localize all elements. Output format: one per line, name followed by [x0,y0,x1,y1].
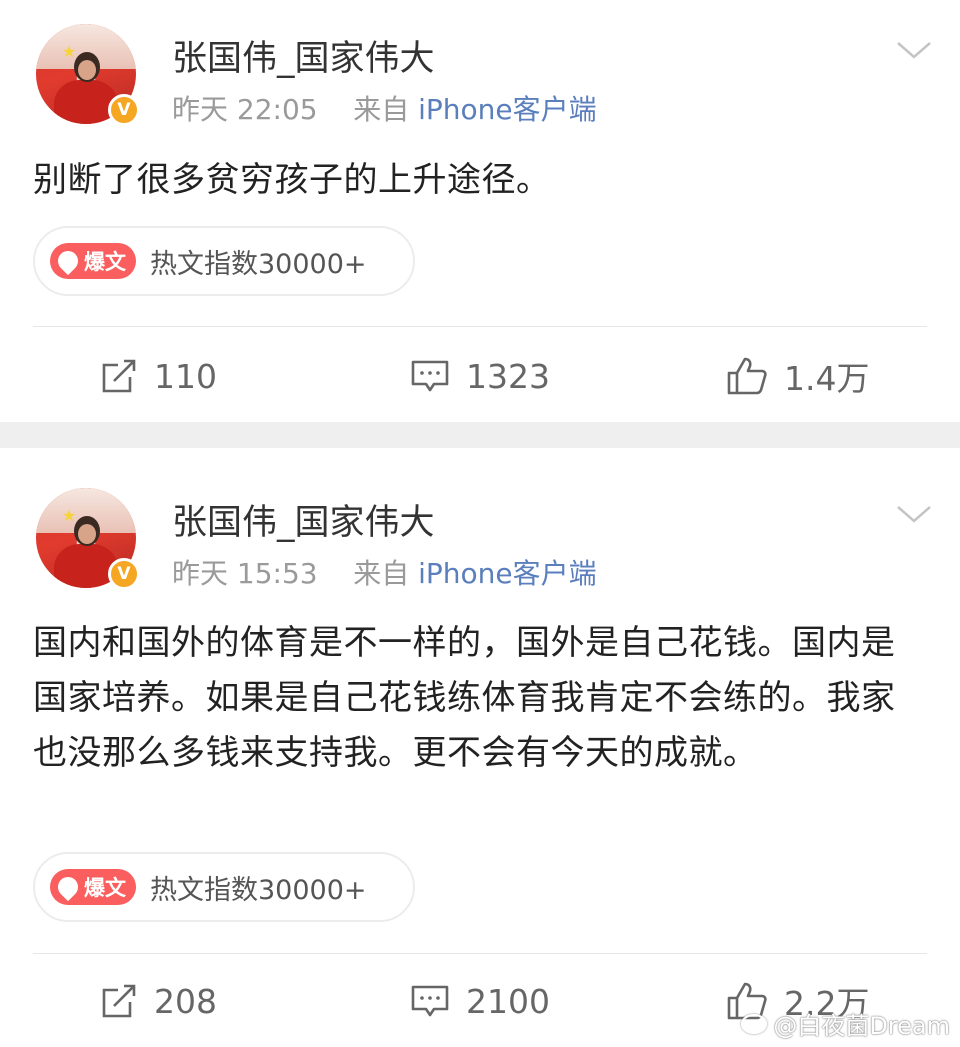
chevron-down-icon[interactable] [896,504,932,524]
watermark: @白夜菌Dream [741,1006,950,1041]
hot-badge: 爆文 [50,243,136,279]
source-link[interactable]: iPhone客户端 [418,93,597,126]
flame-icon [53,246,83,276]
source-prefix: 来自 [353,93,410,126]
avatar[interactable]: ★ V [36,24,140,126]
divider [33,326,927,327]
post-meta: 昨天 15:53 来自 iPhone客户端 [172,552,597,592]
comment-icon [411,985,449,1017]
post-time: 昨天 22:05 [172,93,318,126]
avatar[interactable]: ★ V [36,488,140,590]
post-time: 昨天 15:53 [172,557,318,590]
weibo-post-1: ★ V 张国伟_国家伟大 昨天 22:05 来自 iPhone客户端 别断了很多… [0,0,960,422]
comment-count: 2100 [466,981,550,1021]
post-meta: 昨天 22:05 来自 iPhone客户端 [172,88,597,128]
repost-icon [102,359,136,393]
verified-badge-icon: V [108,558,140,590]
source-prefix: 来自 [353,557,410,590]
like-button[interactable]: 1.4万 [726,351,869,401]
flame-icon [53,872,83,902]
thumbs-up-icon [727,357,767,395]
hot-badge-label: 爆文 [84,250,126,274]
comment-count: 1323 [466,356,550,396]
hot-index-text: 热文指数30000+ [150,248,367,280]
comment-button[interactable]: 1323 [410,351,550,401]
chevron-down-icon[interactable] [896,40,932,60]
weibo-logo-icon [741,1013,768,1034]
repost-count: 110 [154,356,217,396]
repost-button[interactable]: 110 [100,351,217,401]
source-link[interactable]: iPhone客户端 [418,557,597,590]
repost-button[interactable]: 208 [100,976,217,1026]
repost-icon [102,984,136,1018]
weibo-post-2: ★ V 张国伟_国家伟大 昨天 15:53 来自 iPhone客户端 国内和国外… [0,448,960,1047]
repost-count: 208 [154,981,217,1021]
action-bar: 110 1323 1.4万 [0,351,960,401]
comment-icon [411,360,449,392]
like-count: 1.4万 [784,359,870,398]
hot-badge-label: 爆文 [84,876,126,900]
hot-badge: 爆文 [50,869,136,905]
username[interactable]: 张国伟_国家伟大 [172,30,435,81]
username[interactable]: 张国伟_国家伟大 [172,494,435,545]
watermark-text: @白夜菌Dream [773,1012,950,1040]
verified-badge-icon: V [108,94,140,126]
divider [33,953,927,954]
post-separator [0,422,960,448]
post-content: 国内和国外的体育是不一样的，国外是自己花钱。国内是国家培养。如果是自己花钱练体育… [33,623,896,773]
hot-index-pill[interactable]: 爆文 热文指数30000+ [33,852,415,922]
hot-index-pill[interactable]: 爆文 热文指数30000+ [33,226,415,296]
hot-index-text: 热文指数30000+ [150,874,367,906]
post-content: 别断了很多贫穷孩子的上升途径。 [33,160,551,200]
comment-button[interactable]: 2100 [410,976,550,1026]
